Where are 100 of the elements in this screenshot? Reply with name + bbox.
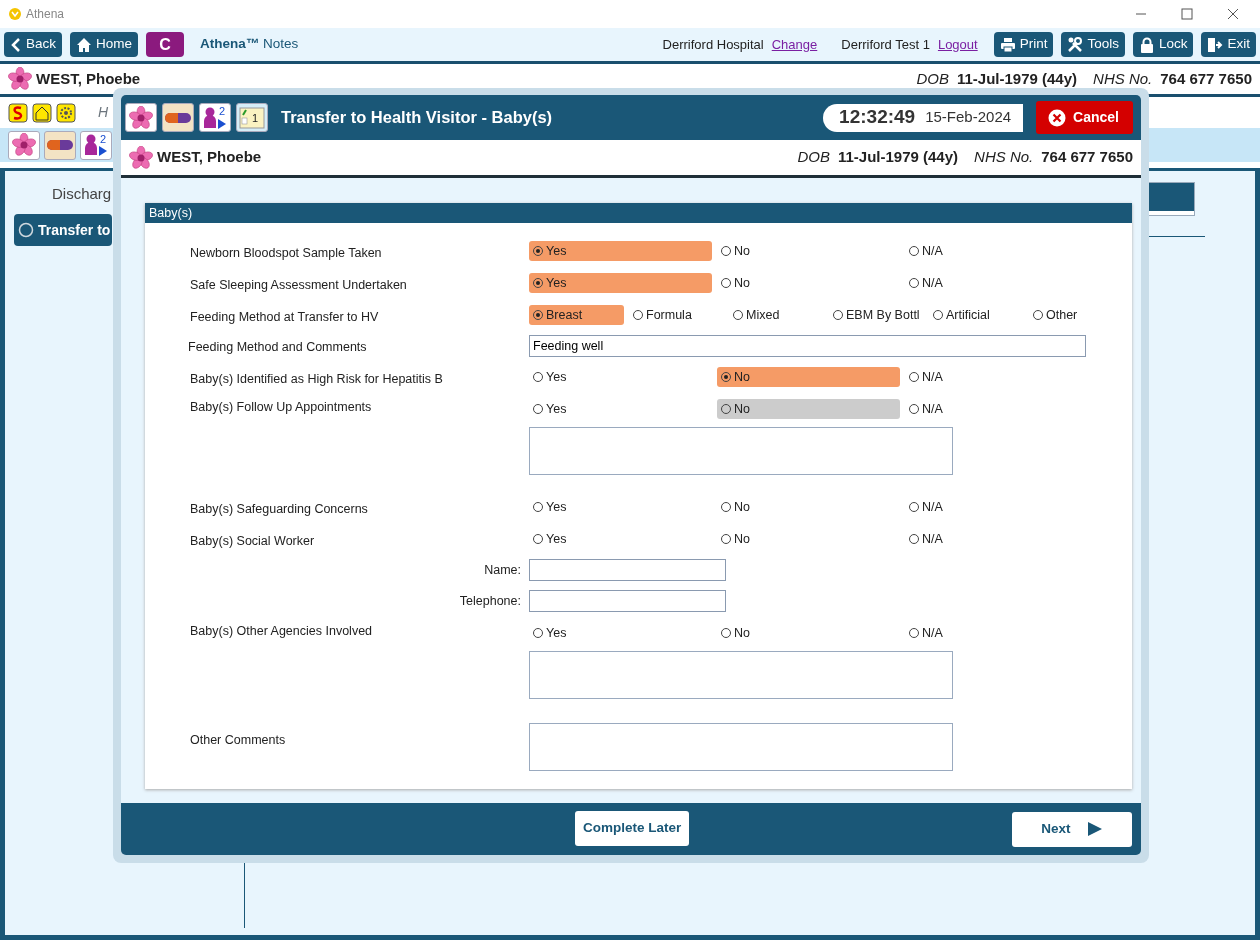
home-button[interactable]: Home bbox=[70, 32, 139, 57]
nhs-label: NHS No. bbox=[1093, 68, 1153, 89]
count-label: 1 bbox=[251, 113, 258, 124]
tile-button[interactable] bbox=[8, 130, 40, 160]
window-title: Athena bbox=[26, 6, 65, 23]
next-button[interactable]: Next bbox=[1012, 811, 1132, 847]
notepad-icon bbox=[239, 106, 265, 129]
change-link[interactable]: Change bbox=[771, 34, 818, 55]
radio-option[interactable]: Yes bbox=[529, 399, 712, 419]
tile-button[interactable] bbox=[44, 130, 76, 160]
nhs-label: NHS No. bbox=[974, 147, 1034, 168]
tile-button[interactable] bbox=[125, 103, 157, 132]
pill-icon bbox=[46, 138, 74, 152]
radio-option[interactable]: No bbox=[717, 623, 900, 643]
radio-option[interactable]: N/A bbox=[905, 273, 1088, 293]
field-label: Telephone: bbox=[458, 593, 522, 610]
field-label: Feeding Method and Comments bbox=[188, 339, 368, 356]
count-label: 2 bbox=[99, 133, 106, 145]
radio-option[interactable]: N/A bbox=[905, 529, 1088, 549]
notes-field[interactable] bbox=[529, 651, 953, 699]
patient-name: WEST, Phoebe bbox=[157, 147, 262, 168]
tools-button[interactable]: Tools bbox=[1061, 32, 1125, 57]
logout-link[interactable]: Logout bbox=[937, 34, 978, 55]
radio-option[interactable]: No bbox=[717, 273, 900, 293]
tools-icon bbox=[1067, 36, 1084, 53]
radio-option[interactable]: Other bbox=[1029, 305, 1124, 325]
tile-button[interactable]: 2 bbox=[80, 130, 112, 160]
radio-circle-icon bbox=[18, 222, 34, 238]
settings-icon bbox=[56, 102, 76, 123]
radio-option[interactable]: Yes bbox=[529, 623, 712, 643]
field-label: Baby(s) Identified as High Risk for Hepatitis B bbox=[190, 371, 444, 388]
back-button[interactable]: Back bbox=[4, 32, 62, 57]
patient-name: WEST, Phoebe bbox=[36, 68, 141, 89]
lock-icon bbox=[1138, 36, 1155, 53]
radio-option[interactable]: Yes bbox=[529, 273, 712, 293]
dob-value: 11-Jul-1979 (44y) bbox=[956, 68, 1078, 89]
radio-option[interactable]: EBM By Bottl bbox=[829, 305, 924, 325]
radio-option[interactable]: No bbox=[717, 529, 900, 549]
field-label: Baby(s) Social Worker bbox=[190, 533, 316, 550]
radio-option[interactable]: No bbox=[717, 399, 900, 419]
radio-option[interactable]: No bbox=[717, 241, 900, 261]
play-arrow-icon bbox=[1086, 821, 1103, 837]
field-label: Name: bbox=[483, 562, 522, 579]
notes-field[interactable] bbox=[529, 723, 953, 771]
radio-option[interactable]: Mixed bbox=[729, 305, 824, 325]
print-button[interactable]: Print bbox=[993, 32, 1054, 57]
radio-option[interactable]: N/A bbox=[905, 241, 1088, 261]
radio-option[interactable]: N/A bbox=[905, 497, 1088, 517]
nhs-number: 764 677 7650 bbox=[1041, 147, 1133, 168]
sidebar-item[interactable]: Transfer to bbox=[14, 214, 112, 246]
dialog-title: Transfer to Health Visitor - Baby(s) bbox=[281, 107, 553, 129]
lock-button[interactable]: Lock bbox=[1132, 32, 1194, 57]
text-field[interactable] bbox=[529, 559, 726, 581]
field-label: Feeding Method at Transfer to HV bbox=[190, 309, 380, 326]
home-icon bbox=[76, 36, 92, 53]
user-name: Derriford Test 1 bbox=[841, 35, 930, 54]
clock-display: 12:32:49 15-Feb-2024 bbox=[823, 103, 1024, 132]
site-name: Derriford Hospital bbox=[662, 35, 764, 54]
exit-icon bbox=[1207, 36, 1224, 53]
radio-option[interactable]: No bbox=[717, 497, 900, 517]
text-field[interactable]: Feeding well bbox=[529, 335, 1086, 357]
flower-icon bbox=[12, 133, 36, 157]
dob-label: DOB bbox=[797, 147, 830, 168]
radio-option[interactable]: Yes bbox=[529, 367, 712, 387]
radio-option[interactable]: Yes bbox=[529, 241, 712, 261]
field-label: Safe Sleeping Assessment Undertaken bbox=[190, 277, 408, 294]
radio-option[interactable]: No bbox=[717, 367, 900, 387]
tile-button[interactable] bbox=[162, 103, 194, 132]
radio-option[interactable]: Yes bbox=[529, 497, 712, 517]
exit-button[interactable]: Exit bbox=[1201, 32, 1256, 57]
app-logo-icon bbox=[8, 7, 22, 21]
radio-option[interactable]: Formula bbox=[629, 305, 724, 325]
field-label: Baby(s) Safeguarding Concerns bbox=[190, 501, 369, 518]
dob-label: DOB bbox=[916, 68, 949, 89]
cancel-button[interactable]: Cancel bbox=[1036, 101, 1133, 134]
nhs-number: 764 677 7650 bbox=[1160, 68, 1252, 89]
letter-button[interactable]: C bbox=[146, 32, 185, 57]
close-icon bbox=[1226, 8, 1240, 20]
field-label: Other Comments bbox=[190, 732, 287, 749]
flower-icon bbox=[129, 105, 153, 130]
pill-icon bbox=[164, 110, 192, 125]
radio-option[interactable]: Artificial bbox=[929, 305, 1024, 325]
text-field[interactable] bbox=[529, 590, 726, 612]
close-circle-icon bbox=[1048, 108, 1067, 127]
flower-icon bbox=[8, 67, 32, 91]
tile-button[interactable]: 2 bbox=[199, 103, 231, 132]
person-icon bbox=[203, 105, 227, 130]
notes-field[interactable] bbox=[529, 427, 953, 475]
section-header: Baby(s) bbox=[145, 203, 1132, 223]
radio-option[interactable]: Breast bbox=[529, 305, 624, 325]
chevron-left-icon bbox=[10, 36, 22, 53]
radio-option[interactable]: Yes bbox=[529, 529, 712, 549]
count-label: 2 bbox=[218, 106, 225, 117]
radio-option[interactable]: N/A bbox=[905, 399, 1088, 419]
complete-later-button[interactable]: Complete Later bbox=[575, 811, 690, 846]
sticker-icon bbox=[8, 102, 28, 123]
tile-button[interactable]: 1 bbox=[236, 103, 268, 132]
dob-value: 11-Jul-1979 (44y) bbox=[837, 147, 959, 168]
radio-option[interactable]: N/A bbox=[905, 367, 1088, 387]
radio-option[interactable]: N/A bbox=[905, 623, 1088, 643]
